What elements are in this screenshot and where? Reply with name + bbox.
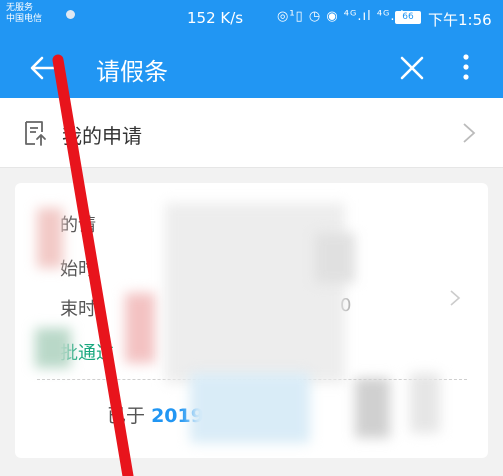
status-icons: ◎¹▯ ◷ ◉ ⁴ᴳ.ıl ⁴ᴳ.ıl xyxy=(277,9,405,24)
blur-patch xyxy=(125,293,155,363)
document-upload-icon xyxy=(25,121,46,146)
page-title: 请假条 xyxy=(96,58,168,86)
status-bar: 无服务 中国电信 152 K/s ◎¹▯ ◷ ◉ ⁴ᴳ.ıl ⁴ᴳ.ıl 66 … xyxy=(0,0,503,38)
blur-patch xyxy=(37,208,63,268)
carrier-info: 无服务 中国电信 xyxy=(6,3,42,25)
clock: 下午1:56 xyxy=(428,11,492,29)
app-bar: 请假条 xyxy=(0,38,503,98)
blur-patch xyxy=(315,233,355,283)
leave-request-card[interactable]: 的请 始时 束时 0 批通过 已于 2019 xyxy=(15,183,488,458)
blur-patch xyxy=(410,373,440,433)
chevron-right-icon xyxy=(463,123,476,143)
carrier-line-1: 无服务 xyxy=(6,3,34,13)
battery-icon: 66 xyxy=(395,11,421,24)
blur-patch xyxy=(35,328,71,368)
start-time-label: 始时 xyxy=(60,259,96,280)
applicant-label: 的请 xyxy=(60,215,96,236)
my-application-label: 我的申请 xyxy=(62,124,142,148)
blur-patch xyxy=(190,373,310,443)
blur-patch xyxy=(165,203,345,383)
carrier-line-2: 中国电信 xyxy=(6,14,43,24)
network-speed: 152 K/s xyxy=(187,9,244,27)
back-arrow-icon[interactable] xyxy=(30,55,56,81)
submitted-prefix: 已于 xyxy=(107,405,146,427)
more-vertical-icon[interactable] xyxy=(456,52,476,82)
notification-dot-icon xyxy=(66,10,75,19)
blur-patch xyxy=(355,378,390,438)
end-time-label: 束时 xyxy=(60,299,96,320)
close-icon[interactable] xyxy=(399,55,425,81)
chevron-right-icon xyxy=(450,290,461,306)
my-application-row[interactable]: 我的申请 xyxy=(0,98,503,168)
